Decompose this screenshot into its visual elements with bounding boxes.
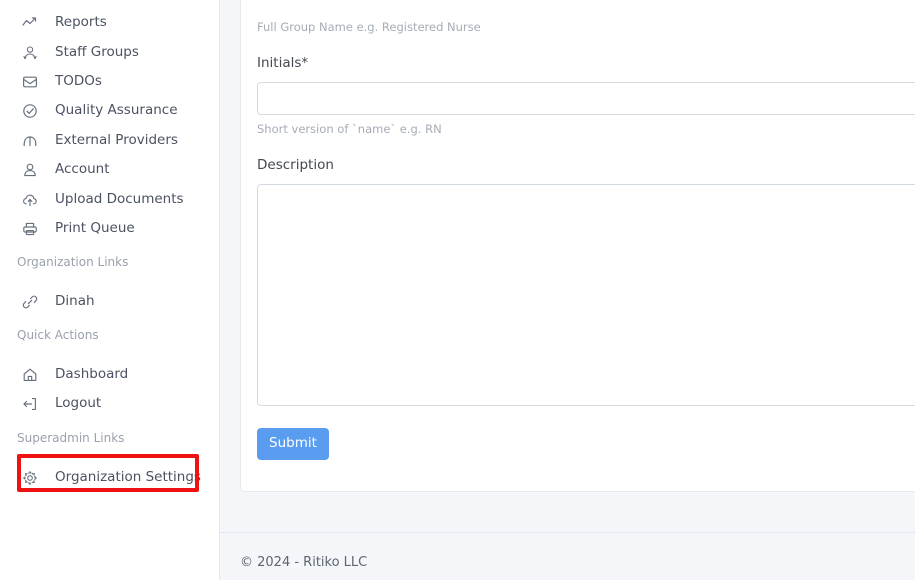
sidebar-item-account[interactable]: Account <box>0 155 110 184</box>
main-content: Full Group Name e.g. Registered Nurse In… <box>220 0 915 580</box>
initials-hint: Short version of `name` e.g. RN <box>257 122 442 136</box>
sidebar-item-dashboard[interactable]: Dashboard <box>0 360 128 389</box>
chart-line-icon <box>22 15 44 31</box>
description-label: Description <box>257 157 334 173</box>
sidebar-item-label: Quality Assurance <box>55 101 178 118</box>
sidebar-section-superadmin-links: Superadmin Links <box>17 431 125 445</box>
inbox-icon <box>22 74 44 90</box>
cloud-upload-icon <box>22 192 44 208</box>
sidebar-item-staff-groups[interactable]: Staff Groups <box>0 38 139 67</box>
check-circle-icon <box>22 103 44 119</box>
staff-group-form-card: Full Group Name e.g. Registered Nurse In… <box>240 0 915 492</box>
home-icon <box>22 367 44 383</box>
sidebar-item-label: Print Queue <box>55 219 135 236</box>
sidebar-item-logout[interactable]: Logout <box>0 389 101 418</box>
sidebar-item-label: Reports <box>55 13 107 30</box>
description-textarea[interactable] <box>257 184 915 406</box>
sidebar-item-quality-assurance[interactable]: Quality Assurance <box>0 96 178 125</box>
sidebar-item-organization-settings[interactable]: Organization Settings <box>0 463 201 492</box>
sidebar-item-upload-documents[interactable]: Upload Documents <box>0 185 184 214</box>
users-group-icon <box>22 45 44 61</box>
link-icon <box>22 294 44 310</box>
sidebar-item-label: Dinah <box>55 292 95 309</box>
sidebar: Reports Staff Groups TODOs Quality Assur… <box>0 0 220 580</box>
printer-icon <box>22 221 44 237</box>
footer-copyright: © 2024 - Ritiko LLC <box>240 555 368 570</box>
initials-label: Initials* <box>257 55 309 71</box>
sidebar-item-label: Dashboard <box>55 365 129 382</box>
sidebar-item-todos[interactable]: TODOs <box>0 67 102 96</box>
sidebar-item-external-providers[interactable]: External Providers <box>0 126 178 155</box>
sidebar-item-label: Organization Settings <box>55 468 201 485</box>
page-footer: © 2024 - Ritiko LLC <box>220 532 915 580</box>
sidebar-item-print-queue[interactable]: Print Queue <box>0 214 135 243</box>
sidebar-item-label: TODOs <box>55 72 102 89</box>
sidebar-item-reports[interactable]: Reports <box>0 8 107 37</box>
sidebar-section-quick-actions: Quick Actions <box>17 328 99 342</box>
sidebar-item-label: Staff Groups <box>55 43 139 60</box>
sidebar-item-label: Upload Documents <box>55 190 184 207</box>
user-icon <box>22 162 44 178</box>
submit-button[interactable]: Submit <box>257 428 329 460</box>
sidebar-section-organization-links: Organization Links <box>17 255 129 269</box>
sidebar-item-label: Account <box>55 160 110 177</box>
initials-input[interactable] <box>257 82 915 115</box>
gear-icon <box>22 470 44 486</box>
sidebar-item-label: Logout <box>55 394 102 411</box>
app-root: Reports Staff Groups TODOs Quality Assur… <box>0 0 915 580</box>
logout-icon <box>22 396 44 412</box>
sidebar-item-dinah[interactable]: Dinah <box>0 287 95 316</box>
arch-icon <box>22 133 44 149</box>
sidebar-item-label: External Providers <box>55 131 178 148</box>
form-body: Full Group Name e.g. Registered Nurse In… <box>257 0 915 491</box>
name-hint: Full Group Name e.g. Registered Nurse <box>257 20 481 34</box>
